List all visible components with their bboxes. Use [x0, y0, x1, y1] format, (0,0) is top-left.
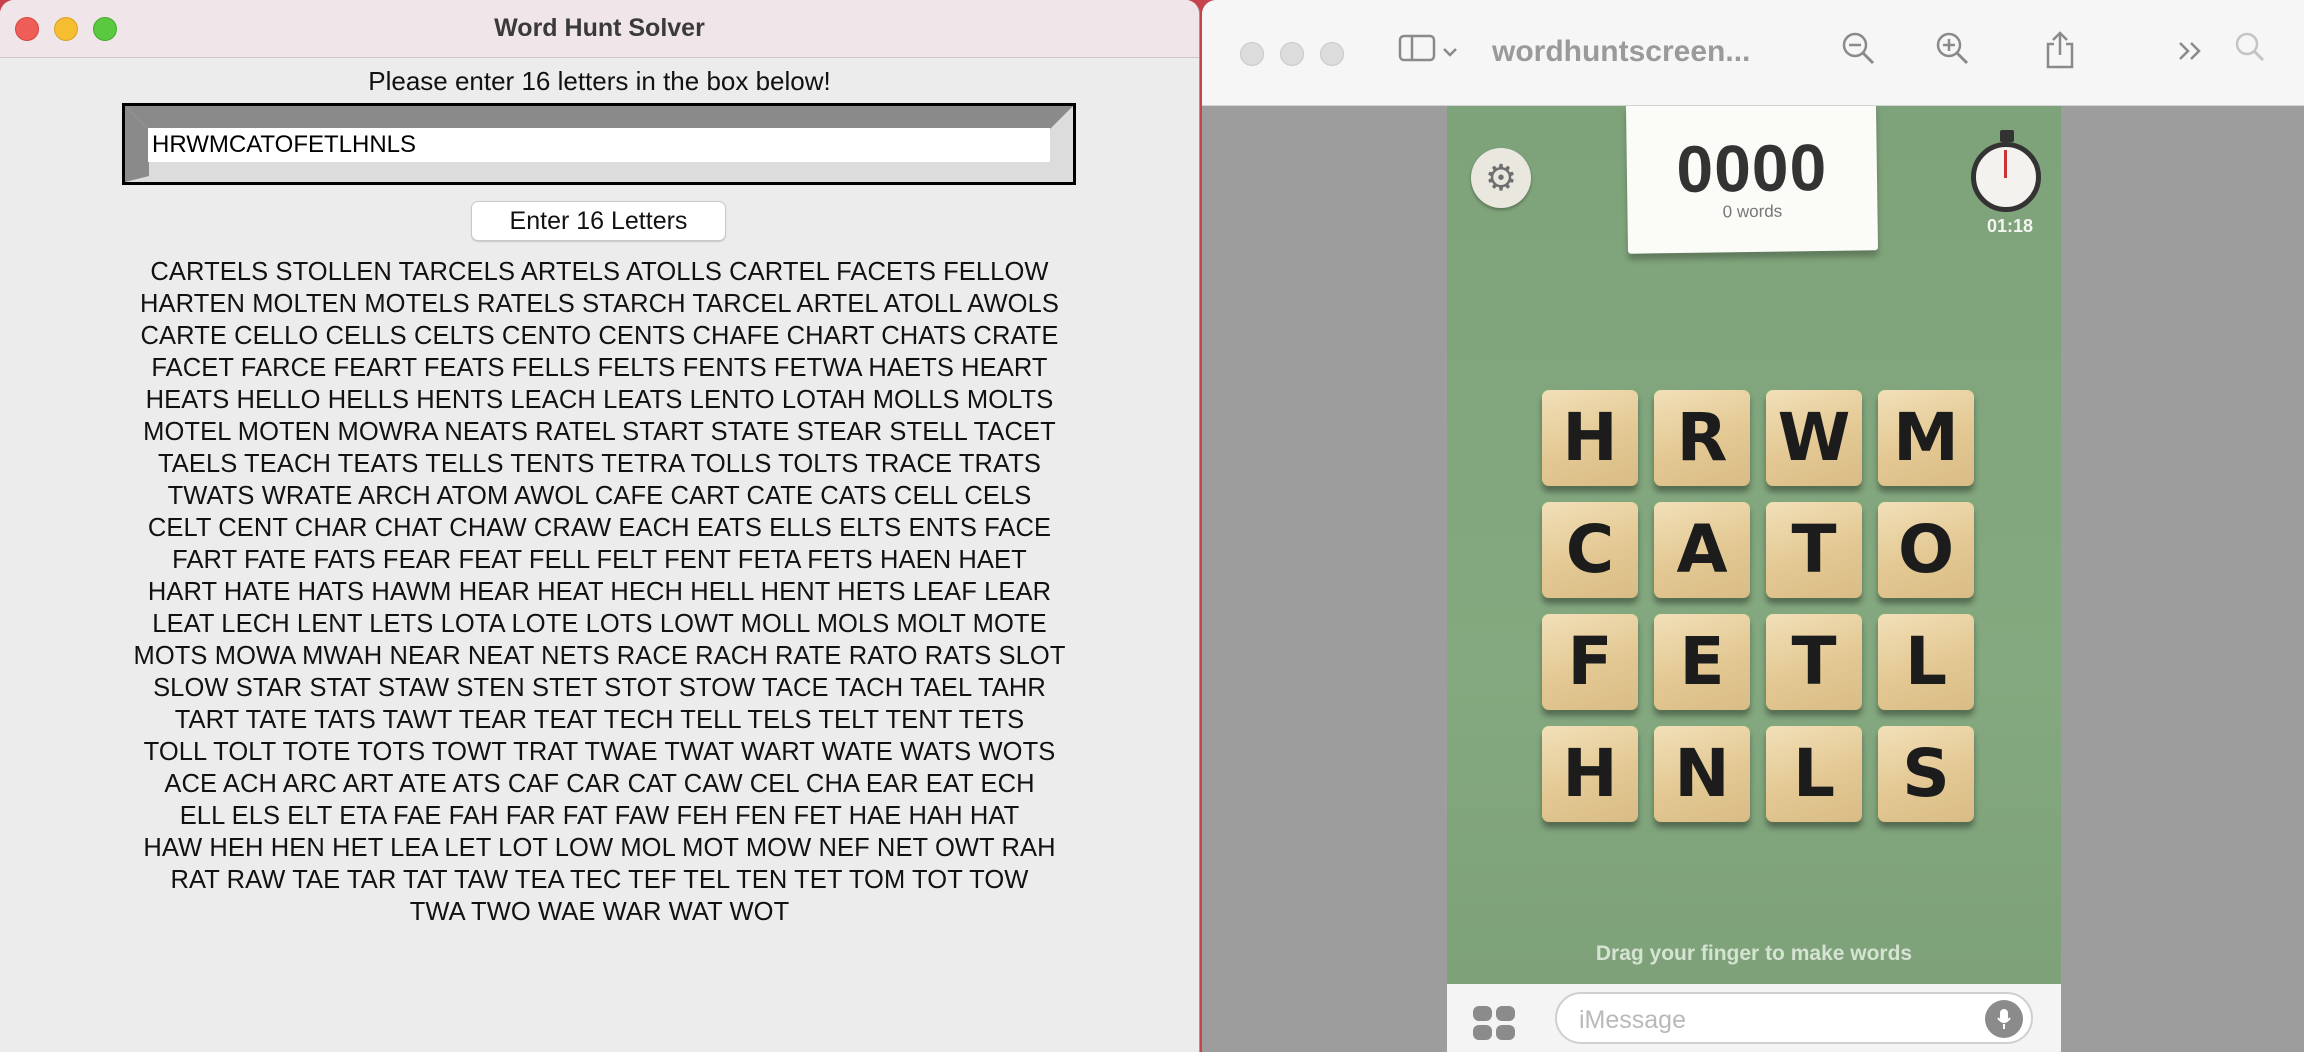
solver-titlebar: Word Hunt Solver: [0, 0, 1199, 58]
results-line: HARTEN MOLTEN MOTELS RATELS STARCH TARCE…: [140, 290, 1059, 318]
preview-window: wordhuntscreen... ⚙ 0000 0 words 01:18 H…: [1202, 0, 2304, 1052]
search-icon[interactable]: [2234, 30, 2266, 74]
score-card: 0000 0 words: [1625, 106, 1879, 254]
letter-tile[interactable]: O: [1878, 502, 1974, 598]
results-line: FART FATE FATS FEAR FEAT FELL FELT FENT …: [172, 546, 1027, 574]
results-line: TWA TWO WAE WAR WAT WOT: [409, 898, 790, 926]
chevron-down-icon[interactable]: [1442, 30, 1458, 74]
more-icon[interactable]: [2176, 30, 2206, 74]
results-line: HEATS HELLO HELLS HENTS LEACH LEATS LENT…: [145, 386, 1054, 414]
letter-tile[interactable]: N: [1654, 726, 1750, 822]
letter-tile[interactable]: A: [1654, 502, 1750, 598]
letter-tile[interactable]: T: [1766, 502, 1862, 598]
instructions-label: Please enter 16 letters in the box below…: [368, 66, 831, 96]
results-line: TAELS TEACH TEATS TELLS TENTS TETRA TOLL…: [157, 450, 1042, 478]
entry-bevel-left: [125, 106, 149, 182]
results-line: RAT RAW TAE TAR TAT TAW TEA TEC TEF TEL …: [170, 866, 1029, 894]
game-screenshot: ⚙ 0000 0 words 01:18 H R W M C A T O F E…: [1447, 106, 2061, 1052]
results-line: HART HATE HATS HAWM HEAR HEAT HECH HELL …: [147, 578, 1052, 606]
results-line: HAW HEH HEN HET LEA LET LOT LOW MOL MOT …: [143, 834, 1056, 862]
share-icon[interactable]: [2044, 30, 2076, 81]
letter-tile[interactable]: R: [1654, 390, 1750, 486]
microphone-icon[interactable]: [1985, 1000, 2023, 1038]
results-line: FACET FARCE FEART FEATS FELLS FELTS FENT…: [151, 354, 1048, 382]
letter-tile[interactable]: T: [1766, 614, 1862, 710]
imessage-input[interactable]: [1577, 1002, 1961, 1038]
solver-window: Word Hunt Solver Please enter 16 letters…: [0, 0, 1200, 1052]
letter-board: H R W M C A T O F E T L H N L S: [1542, 390, 1982, 840]
results-line: MOTEL MOTEN MOWRA NEATS RATEL START STAT…: [143, 418, 1056, 446]
message-bar: [1447, 984, 2061, 1052]
sidebar-icon[interactable]: [1398, 30, 1436, 74]
zoom-in-icon[interactable]: [1934, 30, 1970, 77]
letter-tile[interactable]: E: [1654, 614, 1750, 710]
entry-bevel-top: [125, 106, 1073, 130]
results-line: TOLL TOLT TOTE TOTS TOWT TRAT TWAE TWAT …: [143, 738, 1056, 766]
results-line: TART TATE TATS TAWT TEAR TEAT TECH TELL …: [174, 706, 1025, 734]
preview-toolbar: wordhuntscreen...: [1202, 0, 2304, 106]
gear-icon[interactable]: ⚙: [1471, 148, 1531, 208]
score-value: 0000: [1675, 129, 1828, 207]
word-count: 0 words: [1722, 201, 1783, 222]
letter-tile[interactable]: C: [1542, 502, 1638, 598]
results-line: ELL ELS ELT ETA FAE FAH FAR FAT FAW FEH …: [179, 802, 1020, 830]
letter-tile[interactable]: H: [1542, 726, 1638, 822]
letters-input[interactable]: [148, 128, 1050, 162]
results-list: CARTELS STOLLEN TARCELS ARTELS ATOLLS CA…: [0, 256, 1199, 928]
instruction-hint: Drag your finger to make words: [1595, 942, 1913, 965]
window-title: Word Hunt Solver: [494, 14, 705, 42]
letter-tile[interactable]: M: [1878, 390, 1974, 486]
zoom-out-icon[interactable]: [1840, 30, 1876, 77]
letter-tile[interactable]: H: [1542, 390, 1638, 486]
letter-tile[interactable]: F: [1542, 614, 1638, 710]
enter-letters-button[interactable]: Enter 16 Letters: [471, 201, 726, 241]
letters-entry-frame: [122, 103, 1076, 185]
results-line: MOTS MOWA MWAH NEAR NEAT NETS RACE RACH …: [133, 642, 1066, 670]
app-drawer-icon[interactable]: [1473, 1006, 1517, 1042]
results-line: TWATS WRATE ARCH ATOM AWOL CAFE CART CAT…: [167, 482, 1032, 510]
results-line: LEAT LECH LENT LETS LOTA LOTE LOTS LOWT …: [152, 610, 1047, 638]
results-line: CELT CENT CHAR CHAT CHAW CRAW EACH EATS …: [147, 514, 1052, 542]
timer-value: 01:18: [1986, 216, 2034, 236]
close-window-button[interactable]: [1240, 42, 1264, 66]
results-line: CARTE CELLO CELLS CELTS CENTO CENTS CHAF…: [140, 322, 1059, 350]
document-title: wordhuntscreen...: [1492, 35, 1751, 68]
zoom-window-button[interactable]: [1320, 42, 1344, 66]
letter-tile[interactable]: W: [1766, 390, 1862, 486]
minimize-window-button[interactable]: [1280, 42, 1304, 66]
letter-tile[interactable]: S: [1878, 726, 1974, 822]
results-line: CARTELS STOLLEN TARCELS ARTELS ATOLLS CA…: [150, 258, 1049, 286]
imessage-field[interactable]: [1555, 992, 2033, 1044]
letter-tile[interactable]: L: [1766, 726, 1862, 822]
letter-tile[interactable]: L: [1878, 614, 1974, 710]
results-line: ACE ACH ARC ART ATE ATS CAF CAR CAT CAW …: [164, 770, 1035, 798]
results-line: SLOW STAR STAT STAW STEN STET STOT STOW …: [153, 674, 1046, 702]
stopwatch-icon: [1971, 128, 2043, 218]
